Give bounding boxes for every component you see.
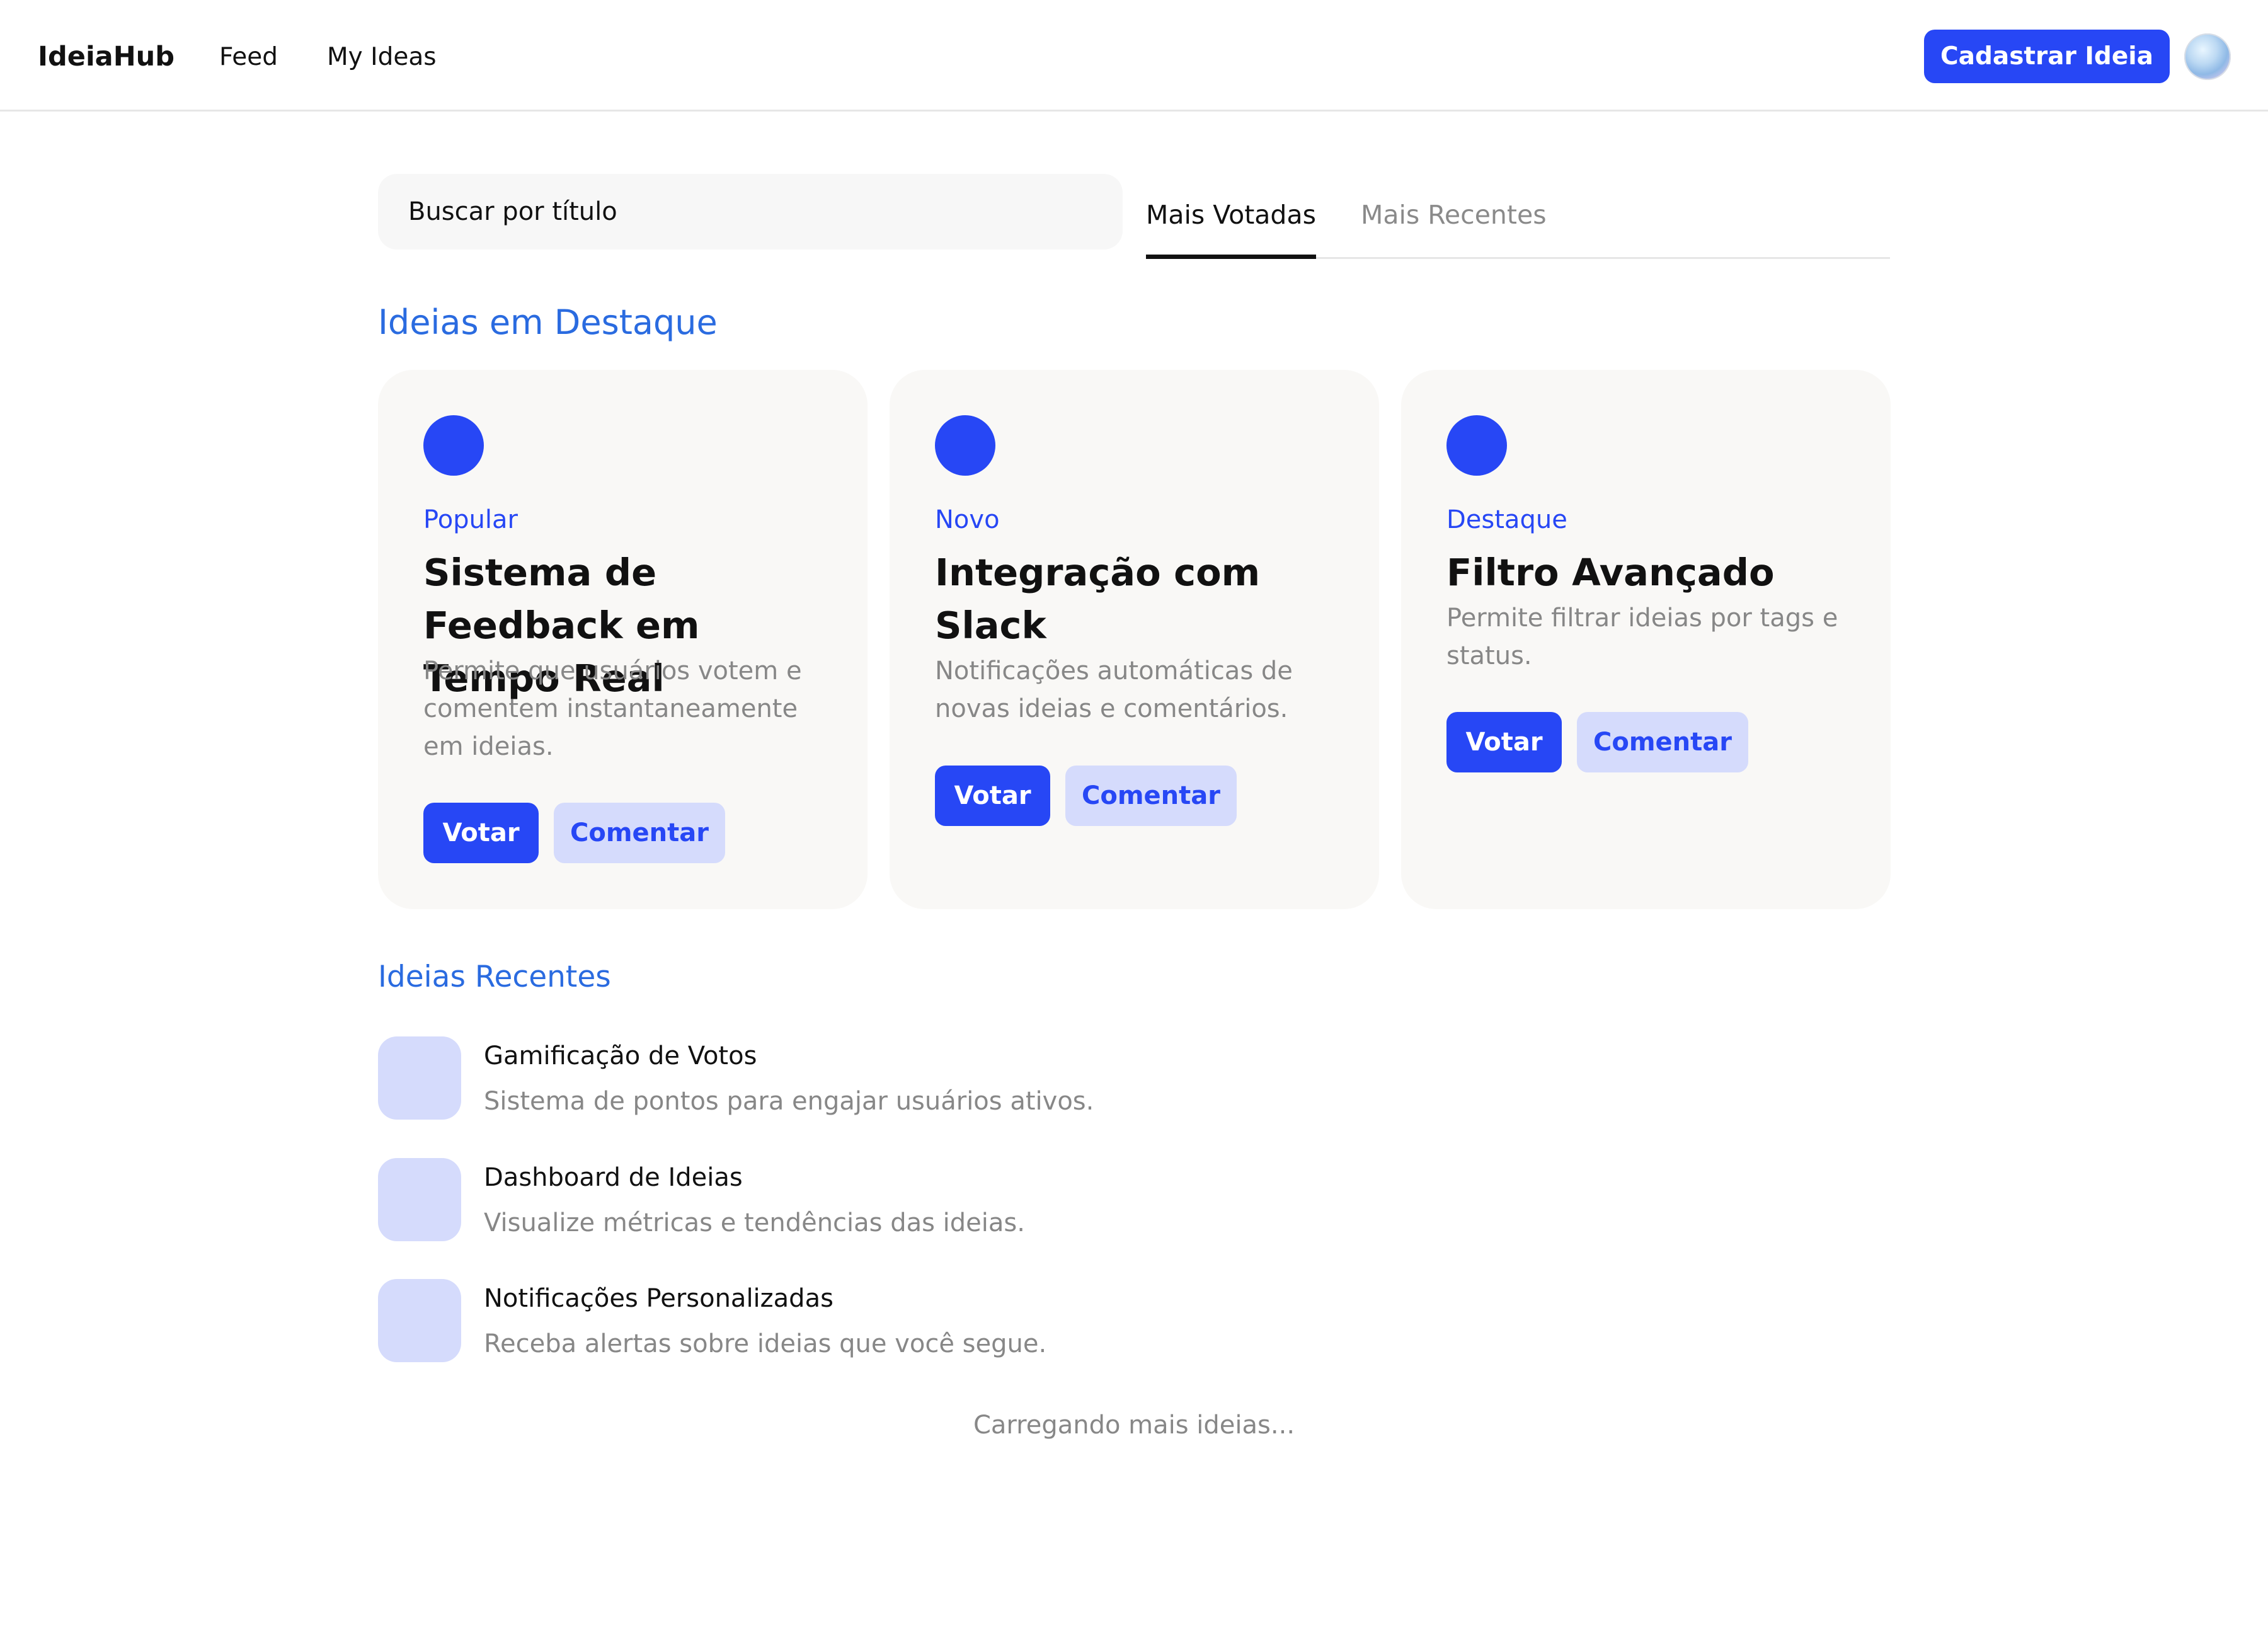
idea-thumbnail-icon xyxy=(378,1279,461,1362)
tab-mais-votadas[interactable]: Mais Votadas xyxy=(1146,199,1316,231)
top-navbar: IdeiaHub Feed My Ideas Cadastrar Ideia xyxy=(0,0,2268,112)
featured-card: Popular Sistema de Feedback em Tempo Rea… xyxy=(378,370,868,909)
card-title: Integração com Slack xyxy=(935,551,1261,647)
active-tab-indicator xyxy=(1146,255,1316,259)
loading-status: Carregando mais ideias... xyxy=(973,1411,1295,1440)
user-avatar-icon[interactable] xyxy=(2184,33,2231,80)
card-tag: Destaque xyxy=(1446,505,1567,534)
card-tag: Popular xyxy=(423,505,518,534)
vote-button[interactable]: Votar xyxy=(1446,712,1562,772)
featured-card: Destaque Filtro Avançado Permite filtrar… xyxy=(1401,370,1891,909)
vote-button[interactable]: Votar xyxy=(423,803,539,863)
list-item[interactable]: Gamificação de Votos Sistema de pontos p… xyxy=(378,1036,1890,1121)
list-item[interactable]: Dashboard de Ideias Visualize métricas e… xyxy=(378,1158,1890,1242)
card-description: Permite que usuários votem e comentem in… xyxy=(423,657,802,761)
brand-logo[interactable]: IdeiaHub xyxy=(38,40,175,73)
list-item[interactable]: Notificações Personalizadas Receba alert… xyxy=(378,1279,1890,1363)
comment-button[interactable]: Comentar xyxy=(1577,712,1748,772)
card-description: Permite filtrar ideias por tags e status… xyxy=(1446,604,1838,670)
list-item-description: Visualize métricas e tendências das idei… xyxy=(484,1208,1025,1237)
list-item-description: Sistema de pontos para engajar usuários … xyxy=(484,1087,1094,1116)
list-item-title: Notificações Personalizadas xyxy=(484,1284,833,1313)
cadastrar-ideia-button[interactable]: Cadastrar Ideia xyxy=(1924,30,2170,83)
card-dot-icon xyxy=(423,415,484,476)
list-item-description: Receba alertas sobre ideias que você seg… xyxy=(484,1329,1047,1358)
comment-button[interactable]: Comentar xyxy=(554,803,725,863)
list-item-title: Gamificação de Votos xyxy=(484,1041,757,1070)
card-dot-icon xyxy=(935,415,995,476)
card-description: Notificações automáticas de novas ideias… xyxy=(935,657,1293,723)
idea-thumbnail-icon xyxy=(378,1036,461,1120)
search-input[interactable] xyxy=(378,174,1123,250)
card-dot-icon xyxy=(1446,415,1507,476)
vote-button[interactable]: Votar xyxy=(935,766,1050,826)
nav-my-ideas-link[interactable]: My Ideas xyxy=(327,42,437,73)
featured-card: Novo Integração com Slack Notificações a… xyxy=(890,370,1379,909)
card-title: Filtro Avançado xyxy=(1446,551,1775,594)
card-tag: Novo xyxy=(935,505,1000,534)
tab-mais-recentes[interactable]: Mais Recentes xyxy=(1361,199,1547,231)
list-item-title: Dashboard de Ideias xyxy=(484,1163,743,1192)
comment-button[interactable]: Comentar xyxy=(1065,766,1237,826)
nav-feed-link[interactable]: Feed xyxy=(219,42,278,73)
recent-section-title: Ideias Recentes xyxy=(378,960,611,994)
featured-section-title: Ideias em Destaque xyxy=(378,302,718,342)
idea-thumbnail-icon xyxy=(378,1158,461,1241)
